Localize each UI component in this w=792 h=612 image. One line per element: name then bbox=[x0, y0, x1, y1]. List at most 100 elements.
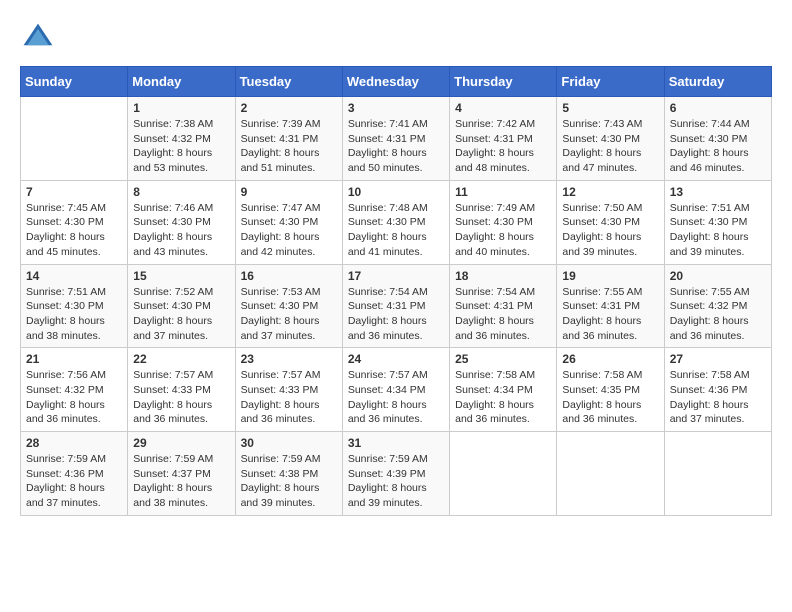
day-number: 12 bbox=[562, 185, 658, 199]
day-cell: 18Sunrise: 7:54 AMSunset: 4:31 PMDayligh… bbox=[450, 264, 557, 348]
day-number: 31 bbox=[348, 436, 444, 450]
day-info: Sunrise: 7:43 AMSunset: 4:30 PMDaylight:… bbox=[562, 117, 658, 176]
day-info: Sunrise: 7:47 AMSunset: 4:30 PMDaylight:… bbox=[241, 201, 337, 260]
day-info: Sunrise: 7:42 AMSunset: 4:31 PMDaylight:… bbox=[455, 117, 551, 176]
day-number: 5 bbox=[562, 101, 658, 115]
day-number: 17 bbox=[348, 269, 444, 283]
day-cell bbox=[450, 432, 557, 516]
day-cell: 10Sunrise: 7:48 AMSunset: 4:30 PMDayligh… bbox=[342, 180, 449, 264]
day-cell: 5 Sunrise: 7:43 AMSunset: 4:30 PMDaylight… bbox=[557, 97, 664, 181]
day-number: 7 bbox=[26, 185, 122, 199]
logo-icon bbox=[20, 20, 56, 56]
week-row-4: 21 Sunrise: 7:56 AMSunset: 4:32 PMDayligh… bbox=[21, 348, 772, 432]
day-number: 24 bbox=[348, 352, 444, 366]
day-cell bbox=[557, 432, 664, 516]
day-info: Sunrise: 7:51 AMSunset: 4:30 PMDaylight:… bbox=[26, 285, 122, 344]
day-info: Sunrise: 7:58 AMSunset: 4:36 PMDaylight:… bbox=[670, 368, 766, 427]
day-cell: 3 Sunrise: 7:41 AMSunset: 4:31 PMDaylight… bbox=[342, 97, 449, 181]
day-number: 22 bbox=[133, 352, 229, 366]
day-number: 11 bbox=[455, 185, 551, 199]
week-row-5: 28 Sunrise: 7:59 AMSunset: 4:36 PMDayligh… bbox=[21, 432, 772, 516]
day-number: 18 bbox=[455, 269, 551, 283]
day-cell: 2 Sunrise: 7:39 AMSunset: 4:31 PMDaylight… bbox=[235, 97, 342, 181]
day-info: Sunrise: 7:38 AMSunset: 4:32 PMDaylight:… bbox=[133, 117, 229, 176]
day-cell: 23Sunrise: 7:57 AMSunset: 4:33 PMDayligh… bbox=[235, 348, 342, 432]
day-cell: 24Sunrise: 7:57 AMSunset: 4:34 PMDayligh… bbox=[342, 348, 449, 432]
day-number: 1 bbox=[133, 101, 229, 115]
day-cell: 1 Sunrise: 7:38 AMSunset: 4:32 PMDaylight… bbox=[128, 97, 235, 181]
day-cell: 19 Sunrise: 7:55 AMSunset: 4:31 PMDayligh… bbox=[557, 264, 664, 348]
weekday-header-thursday: Thursday bbox=[450, 67, 557, 97]
week-row-1: 1 Sunrise: 7:38 AMSunset: 4:32 PMDaylight… bbox=[21, 97, 772, 181]
day-info: Sunrise: 7:49 AMSunset: 4:30 PMDaylight:… bbox=[455, 201, 551, 260]
day-info: Sunrise: 7:41 AMSunset: 4:31 PMDaylight:… bbox=[348, 117, 444, 176]
day-info: Sunrise: 7:54 AMSunset: 4:31 PMDaylight:… bbox=[348, 285, 444, 344]
day-cell: 31 Sunrise: 7:59 AMSunset: 4:39 PMDayligh… bbox=[342, 432, 449, 516]
day-cell: 7 Sunrise: 7:45 AMSunset: 4:30 PMDaylight… bbox=[21, 180, 128, 264]
day-info: Sunrise: 7:56 AMSunset: 4:32 PMDaylight:… bbox=[26, 368, 122, 427]
calendar-header: SundayMondayTuesdayWednesdayThursdayFrid… bbox=[21, 67, 772, 97]
day-info: Sunrise: 7:57 AMSunset: 4:33 PMDaylight:… bbox=[241, 368, 337, 427]
day-number: 21 bbox=[26, 352, 122, 366]
day-info: Sunrise: 7:59 AMSunset: 4:39 PMDaylight:… bbox=[348, 452, 444, 511]
day-info: Sunrise: 7:59 AMSunset: 4:37 PMDaylight:… bbox=[133, 452, 229, 511]
day-cell: 9 Sunrise: 7:47 AMSunset: 4:30 PMDaylight… bbox=[235, 180, 342, 264]
week-row-2: 7 Sunrise: 7:45 AMSunset: 4:30 PMDaylight… bbox=[21, 180, 772, 264]
day-number: 15 bbox=[133, 269, 229, 283]
day-cell: 11 Sunrise: 7:49 AMSunset: 4:30 PMDayligh… bbox=[450, 180, 557, 264]
page-header bbox=[20, 20, 772, 56]
day-cell: 21 Sunrise: 7:56 AMSunset: 4:32 PMDayligh… bbox=[21, 348, 128, 432]
day-number: 9 bbox=[241, 185, 337, 199]
day-number: 16 bbox=[241, 269, 337, 283]
day-cell: 20 Sunrise: 7:55 AMSunset: 4:32 PMDayligh… bbox=[664, 264, 771, 348]
day-info: Sunrise: 7:55 AMSunset: 4:31 PMDaylight:… bbox=[562, 285, 658, 344]
day-cell bbox=[21, 97, 128, 181]
weekday-header-monday: Monday bbox=[128, 67, 235, 97]
weekday-header-wednesday: Wednesday bbox=[342, 67, 449, 97]
day-cell: 28 Sunrise: 7:59 AMSunset: 4:36 PMDayligh… bbox=[21, 432, 128, 516]
day-number: 4 bbox=[455, 101, 551, 115]
weekday-header-tuesday: Tuesday bbox=[235, 67, 342, 97]
day-number: 26 bbox=[562, 352, 658, 366]
day-number: 29 bbox=[133, 436, 229, 450]
day-number: 19 bbox=[562, 269, 658, 283]
day-number: 13 bbox=[670, 185, 766, 199]
day-info: Sunrise: 7:58 AMSunset: 4:35 PMDaylight:… bbox=[562, 368, 658, 427]
weekday-row: SundayMondayTuesdayWednesdayThursdayFrid… bbox=[21, 67, 772, 97]
day-cell: 29 Sunrise: 7:59 AMSunset: 4:37 PMDayligh… bbox=[128, 432, 235, 516]
day-cell: 27Sunrise: 7:58 AMSunset: 4:36 PMDayligh… bbox=[664, 348, 771, 432]
day-cell bbox=[664, 432, 771, 516]
day-number: 20 bbox=[670, 269, 766, 283]
day-cell: 15 Sunrise: 7:52 AMSunset: 4:30 PMDayligh… bbox=[128, 264, 235, 348]
day-info: Sunrise: 7:55 AMSunset: 4:32 PMDaylight:… bbox=[670, 285, 766, 344]
day-info: Sunrise: 7:52 AMSunset: 4:30 PMDaylight:… bbox=[133, 285, 229, 344]
day-info: Sunrise: 7:59 AMSunset: 4:36 PMDaylight:… bbox=[26, 452, 122, 511]
day-number: 28 bbox=[26, 436, 122, 450]
calendar-body: 1 Sunrise: 7:38 AMSunset: 4:32 PMDaylight… bbox=[21, 97, 772, 516]
day-number: 3 bbox=[348, 101, 444, 115]
day-number: 6 bbox=[670, 101, 766, 115]
day-number: 14 bbox=[26, 269, 122, 283]
day-cell: 13 Sunrise: 7:51 AMSunset: 4:30 PMDayligh… bbox=[664, 180, 771, 264]
day-info: Sunrise: 7:45 AMSunset: 4:30 PMDaylight:… bbox=[26, 201, 122, 260]
day-info: Sunrise: 7:39 AMSunset: 4:31 PMDaylight:… bbox=[241, 117, 337, 176]
day-cell: 14 Sunrise: 7:51 AMSunset: 4:30 PMDayligh… bbox=[21, 264, 128, 348]
day-info: Sunrise: 7:58 AMSunset: 4:34 PMDaylight:… bbox=[455, 368, 551, 427]
day-cell: 16Sunrise: 7:53 AMSunset: 4:30 PMDayligh… bbox=[235, 264, 342, 348]
day-info: Sunrise: 7:51 AMSunset: 4:30 PMDaylight:… bbox=[670, 201, 766, 260]
day-number: 2 bbox=[241, 101, 337, 115]
day-number: 8 bbox=[133, 185, 229, 199]
weekday-header-sunday: Sunday bbox=[21, 67, 128, 97]
day-cell: 17 Sunrise: 7:54 AMSunset: 4:31 PMDayligh… bbox=[342, 264, 449, 348]
logo bbox=[20, 20, 60, 56]
day-cell: 6Sunrise: 7:44 AMSunset: 4:30 PMDaylight… bbox=[664, 97, 771, 181]
day-info: Sunrise: 7:59 AMSunset: 4:38 PMDaylight:… bbox=[241, 452, 337, 511]
day-info: Sunrise: 7:57 AMSunset: 4:33 PMDaylight:… bbox=[133, 368, 229, 427]
day-number: 10 bbox=[348, 185, 444, 199]
day-cell: 25 Sunrise: 7:58 AMSunset: 4:34 PMDayligh… bbox=[450, 348, 557, 432]
day-cell: 8Sunrise: 7:46 AMSunset: 4:30 PMDaylight… bbox=[128, 180, 235, 264]
day-number: 30 bbox=[241, 436, 337, 450]
day-number: 25 bbox=[455, 352, 551, 366]
calendar: SundayMondayTuesdayWednesdayThursdayFrid… bbox=[20, 66, 772, 516]
weekday-header-friday: Friday bbox=[557, 67, 664, 97]
